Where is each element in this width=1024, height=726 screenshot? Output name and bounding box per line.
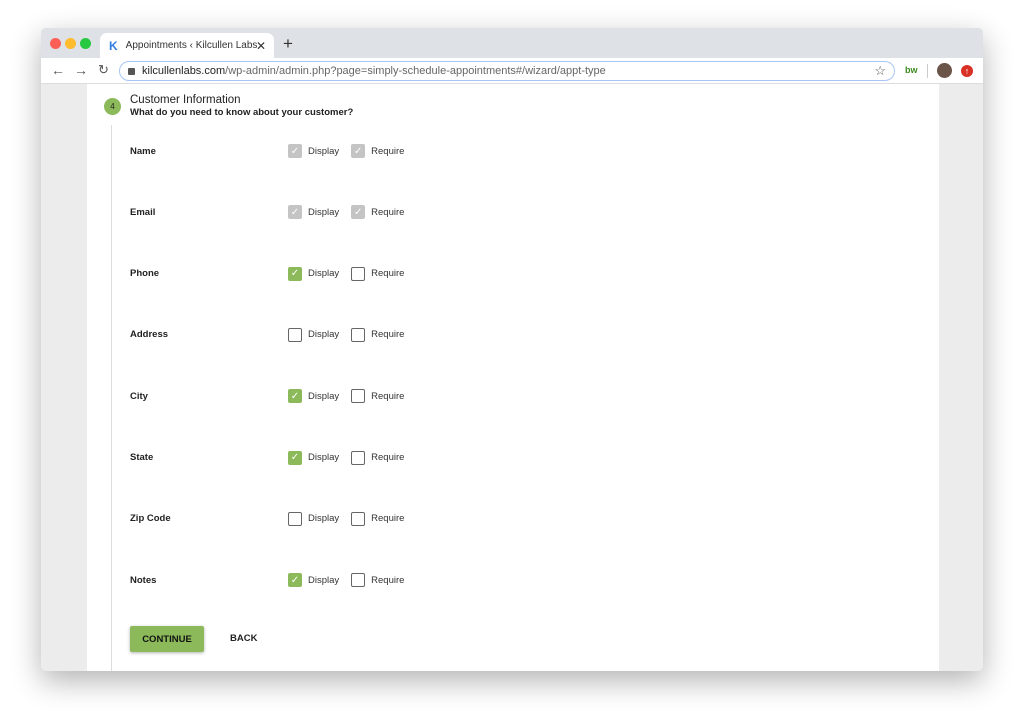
display-label: Display — [308, 268, 340, 280]
field-label: Zip Code — [130, 513, 171, 525]
require-checkbox[interactable] — [351, 511, 366, 526]
require-label: Require — [371, 329, 405, 341]
display-checkbox[interactable]: ✓ — [288, 573, 302, 588]
field-row: Notes ✓ Display Require — [130, 572, 430, 588]
step-connector-line — [111, 125, 112, 671]
close-window-button[interactable] — [50, 38, 61, 49]
maximize-window-button[interactable] — [80, 38, 91, 49]
close-tab-icon[interactable]: ✕ — [256, 39, 266, 53]
display-label: Display — [308, 513, 340, 525]
require-label: Require — [371, 452, 405, 463]
display-label: Display — [308, 574, 340, 586]
display-checkbox[interactable] — [288, 327, 302, 342]
require-checkbox[interactable] — [351, 266, 366, 281]
back-arrow-icon[interactable]: ← — [51, 62, 65, 78]
require-checkbox[interactable] — [351, 389, 366, 404]
require-checkbox[interactable]: ✓ — [351, 144, 366, 158]
step-number-badge: 4 — [104, 98, 121, 115]
page-content: 4 Customer Information What do you need … — [41, 84, 983, 671]
require-label: Require — [371, 390, 405, 402]
update-icon[interactable]: ↑ — [961, 65, 973, 77]
continue-button[interactable]: CONTINUE — [130, 626, 204, 652]
field-label: State — [130, 452, 154, 463]
require-checkbox[interactable] — [351, 327, 366, 342]
display-checkbox[interactable]: ✓ — [288, 389, 302, 404]
display-checkbox[interactable]: ✓ — [288, 144, 302, 158]
extension-bw-icon[interactable]: bw — [905, 65, 918, 75]
field-label: Email — [130, 206, 156, 218]
field-row: State ✓ Display Require — [130, 450, 430, 466]
step-title: Customer Information — [130, 94, 241, 106]
field-row: City ✓ Display Require — [130, 388, 430, 404]
field-label: Phone — [130, 268, 160, 280]
require-checkbox[interactable]: ✓ — [351, 205, 366, 220]
tab-bar: K Appointments ‹ Kilcullen Labs ✕ + — [41, 28, 983, 58]
toolbar-divider — [927, 64, 928, 78]
display-label: Display — [308, 452, 340, 463]
field-row: Email ✓ Display ✓ Require — [130, 204, 430, 220]
browser-tab[interactable]: K Appointments ‹ Kilcullen Labs ✕ — [100, 33, 274, 58]
step-subtitle: What do you need to know about your cust… — [130, 107, 354, 118]
display-label: Display — [308, 145, 340, 157]
require-label: Require — [371, 268, 405, 280]
profile-avatar[interactable] — [937, 63, 952, 78]
field-row: Name ✓ Display ✓ Require — [130, 143, 430, 159]
display-label: Display — [308, 329, 340, 341]
display-label: Display — [308, 206, 340, 218]
field-label: Address — [130, 329, 169, 341]
field-label: City — [130, 390, 148, 402]
require-checkbox[interactable] — [351, 573, 366, 588]
require-label: Require — [371, 513, 405, 525]
wizard-card: 4 Customer Information What do you need … — [87, 84, 939, 671]
reload-icon[interactable]: ↻ — [98, 62, 109, 78]
url-path: /wp-admin/admin.php?page=simply-schedule… — [225, 65, 606, 77]
require-label: Require — [371, 206, 405, 218]
new-tab-button[interactable]: + — [283, 34, 293, 54]
field-row: Address Display Require — [130, 327, 430, 343]
back-button[interactable]: BACK — [230, 633, 257, 644]
display-checkbox[interactable] — [288, 511, 302, 526]
tab-title: Appointments ‹ Kilcullen Labs — [125, 40, 258, 51]
field-row: Phone ✓ Display Require — [130, 266, 430, 282]
browser-toolbar: ← → ↻ kilcullenlabs.com/wp-admin/admin.p… — [41, 58, 983, 84]
display-label: Display — [308, 390, 340, 402]
display-checkbox[interactable]: ✓ — [288, 205, 302, 220]
minimize-window-button[interactable] — [65, 38, 76, 49]
require-label: Require — [371, 145, 405, 157]
address-bar[interactable]: kilcullenlabs.com/wp-admin/admin.php?pag… — [119, 61, 895, 81]
field-label: Name — [130, 145, 156, 157]
browser-window: K Appointments ‹ Kilcullen Labs ✕ + ← → … — [41, 28, 983, 671]
require-checkbox[interactable] — [351, 450, 366, 465]
forward-arrow-icon[interactable]: → — [74, 62, 88, 78]
display-checkbox[interactable]: ✓ — [288, 266, 302, 281]
lock-icon — [128, 67, 135, 75]
require-label: Require — [371, 574, 405, 586]
display-checkbox[interactable]: ✓ — [288, 450, 302, 465]
url-host: kilcullenlabs.com — [142, 65, 226, 77]
field-label: Notes — [130, 574, 157, 586]
favicon-icon: K — [109, 38, 118, 53]
bookmark-star-icon[interactable]: ☆ — [874, 63, 886, 79]
field-row: Zip Code Display Require — [130, 511, 430, 527]
